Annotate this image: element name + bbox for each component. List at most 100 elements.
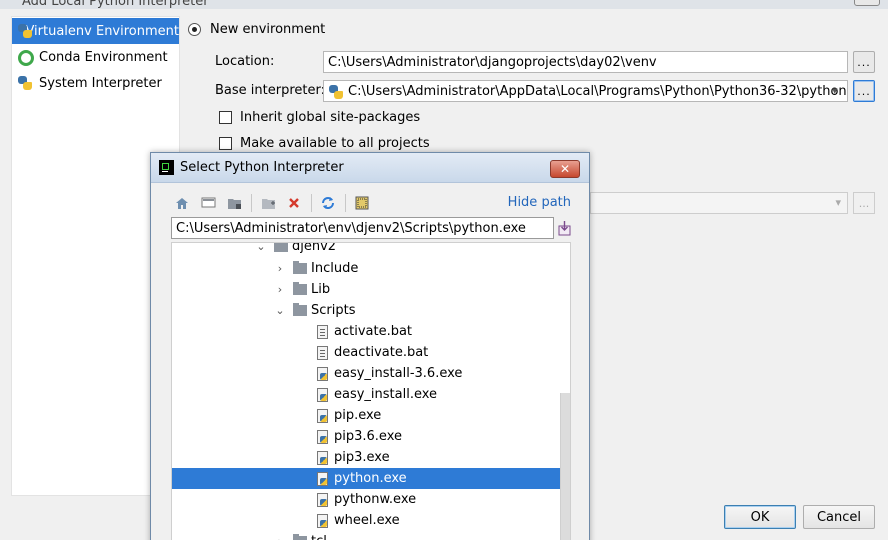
cancel-button[interactable]: Cancel — [803, 505, 875, 529]
dialog-title-bar[interactable]: Select Python Interpreter ✕ — [151, 153, 589, 183]
tree-file-row[interactable]: pip.exe — [172, 405, 570, 426]
python-exe-icon — [317, 408, 328, 423]
chevron-down-icon: ▾ — [835, 196, 841, 209]
pycharm-icon — [159, 160, 174, 175]
tree-item-label: Include — [311, 261, 359, 276]
existing-interpreter-browse-button: ... — [853, 192, 875, 214]
location-value: C:\Users\Administrator\djangoprojects\da… — [328, 54, 657, 70]
tree-folder-row[interactable]: › Include — [172, 258, 570, 279]
python-exe-icon — [317, 492, 328, 507]
python-icon — [17, 75, 33, 91]
existing-interpreter-select: ▾ — [590, 192, 848, 214]
python-exe-icon — [317, 513, 328, 528]
location-browse-button[interactable]: ... — [853, 51, 875, 73]
python-icon — [328, 84, 343, 99]
parent-close-button[interactable] — [854, 0, 880, 6]
path-value: C:\Users\Administrator\env\djenv2\Script… — [176, 220, 526, 236]
new-folder-icon[interactable] — [257, 193, 279, 213]
project-icon[interactable] — [223, 193, 245, 213]
python-exe-icon — [317, 450, 328, 465]
show-hidden-icon[interactable] — [351, 193, 373, 213]
tree-file-row[interactable]: easy_install.exe — [172, 384, 570, 405]
env-item-label: Virtualenv Environment — [25, 23, 179, 39]
tree-file-row[interactable]: pip3.exe — [172, 447, 570, 468]
tree-item-label: pip3.exe — [334, 450, 390, 465]
tree-item-label: Lib — [311, 282, 331, 297]
tree-item-label: Scripts — [311, 303, 356, 318]
toolbar-separator — [345, 194, 346, 212]
file-tree[interactable]: ⌄ djenv2 › Include › Lib ⌄ Scripts activ… — [171, 242, 571, 540]
folder-icon — [293, 261, 307, 274]
make-available-checkbox[interactable] — [219, 137, 232, 150]
base-interpreter-browse-button[interactable]: ... — [853, 80, 875, 102]
base-interpreter-select[interactable]: C:\Users\Administrator\AppData\Local\Pro… — [323, 80, 848, 102]
new-environment-option[interactable]: New environment — [188, 22, 325, 37]
tree-file-row[interactable]: activate.bat — [172, 321, 570, 342]
python-exe-icon — [317, 366, 328, 381]
select-interpreter-dialog: Select Python Interpreter ✕ Hide path C:… — [150, 152, 590, 540]
new-environment-radio[interactable] — [188, 23, 201, 36]
desktop-icon[interactable] — [197, 193, 219, 213]
base-interpreter-label: Base interpreter: — [215, 83, 325, 98]
tree-folder-row[interactable]: › Lib — [172, 279, 570, 300]
tree-file-row[interactable]: pip3.6.exe — [172, 426, 570, 447]
new-environment-label: New environment — [210, 22, 326, 37]
tree-folder-row[interactable]: › tcl — [172, 531, 570, 540]
python-exe-icon — [317, 429, 328, 444]
folder-icon — [293, 534, 307, 540]
tree-file-row-selected[interactable]: python.exe — [172, 468, 570, 489]
python-icon — [17, 23, 36, 39]
tree-item-label: djenv2 — [292, 242, 337, 254]
location-input[interactable]: C:\Users\Administrator\djangoprojects\da… — [323, 51, 848, 73]
tree-file-row[interactable]: easy_install-3.6.exe — [172, 363, 570, 384]
location-label: Location: — [215, 54, 275, 69]
parent-window-title: Add Local Python Interpreter — [22, 0, 209, 9]
chevron-right-icon[interactable]: › — [273, 283, 287, 297]
delete-icon[interactable] — [283, 193, 305, 213]
env-item-label: Conda Environment — [39, 49, 168, 65]
folder-icon — [293, 282, 307, 295]
env-item-system[interactable]: System Interpreter — [12, 70, 179, 96]
inherit-packages-checkbox[interactable] — [219, 111, 232, 124]
path-history-button[interactable] — [555, 217, 573, 239]
tree-item-label: deactivate.bat — [334, 345, 429, 360]
tree-item-label: pythonw.exe — [334, 492, 417, 507]
tree-item-label: tcl — [311, 534, 327, 540]
inherit-packages-label: Inherit global site-packages — [240, 110, 421, 125]
env-item-virtualenv[interactable]: Virtualenv Environment — [12, 18, 179, 44]
tree-file-row[interactable]: wheel.exe — [172, 510, 570, 531]
base-interpreter-value: C:\Users\Administrator\AppData\Local\Pro… — [348, 83, 848, 99]
path-input[interactable]: C:\Users\Administrator\env\djenv2\Script… — [171, 217, 554, 239]
tree-folder-row[interactable]: ⌄ djenv2 — [172, 242, 570, 257]
chevron-down-icon: ▾ — [832, 84, 838, 97]
bat-file-icon — [317, 345, 328, 360]
ok-button[interactable]: OK — [724, 505, 796, 529]
chevron-down-icon[interactable]: ⌄ — [254, 243, 268, 254]
python-exe-icon — [317, 387, 328, 402]
dialog-title: Select Python Interpreter — [180, 160, 344, 175]
home-icon[interactable] — [171, 193, 193, 213]
make-available-option[interactable]: Make available to all projects — [219, 136, 430, 151]
file-chooser-toolbar — [171, 193, 377, 213]
chevron-right-icon[interactable]: › — [273, 262, 287, 276]
python-exe-icon — [317, 471, 328, 486]
tree-folder-row[interactable]: ⌄ Scripts — [172, 300, 570, 321]
hide-path-link[interactable]: Hide path — [508, 195, 571, 210]
tree-item-label: wheel.exe — [334, 513, 400, 528]
folder-icon — [293, 303, 307, 316]
tree-item-label: activate.bat — [334, 324, 413, 339]
close-button[interactable]: ✕ — [550, 160, 580, 178]
conda-icon — [17, 49, 34, 66]
env-item-conda[interactable]: Conda Environment — [12, 44, 179, 70]
tree-scrollbar[interactable] — [560, 393, 570, 540]
inherit-packages-option[interactable]: Inherit global site-packages — [219, 110, 420, 125]
tree-file-row[interactable]: pythonw.exe — [172, 489, 570, 510]
folder-icon — [274, 243, 288, 252]
tree-item-label: easy_install-3.6.exe — [334, 366, 463, 381]
toolbar-separator — [251, 194, 252, 212]
bat-file-icon — [317, 324, 328, 339]
refresh-icon[interactable] — [317, 193, 339, 213]
chevron-right-icon[interactable]: › — [273, 535, 287, 540]
chevron-down-icon[interactable]: ⌄ — [273, 304, 287, 318]
tree-file-row[interactable]: deactivate.bat — [172, 342, 570, 363]
